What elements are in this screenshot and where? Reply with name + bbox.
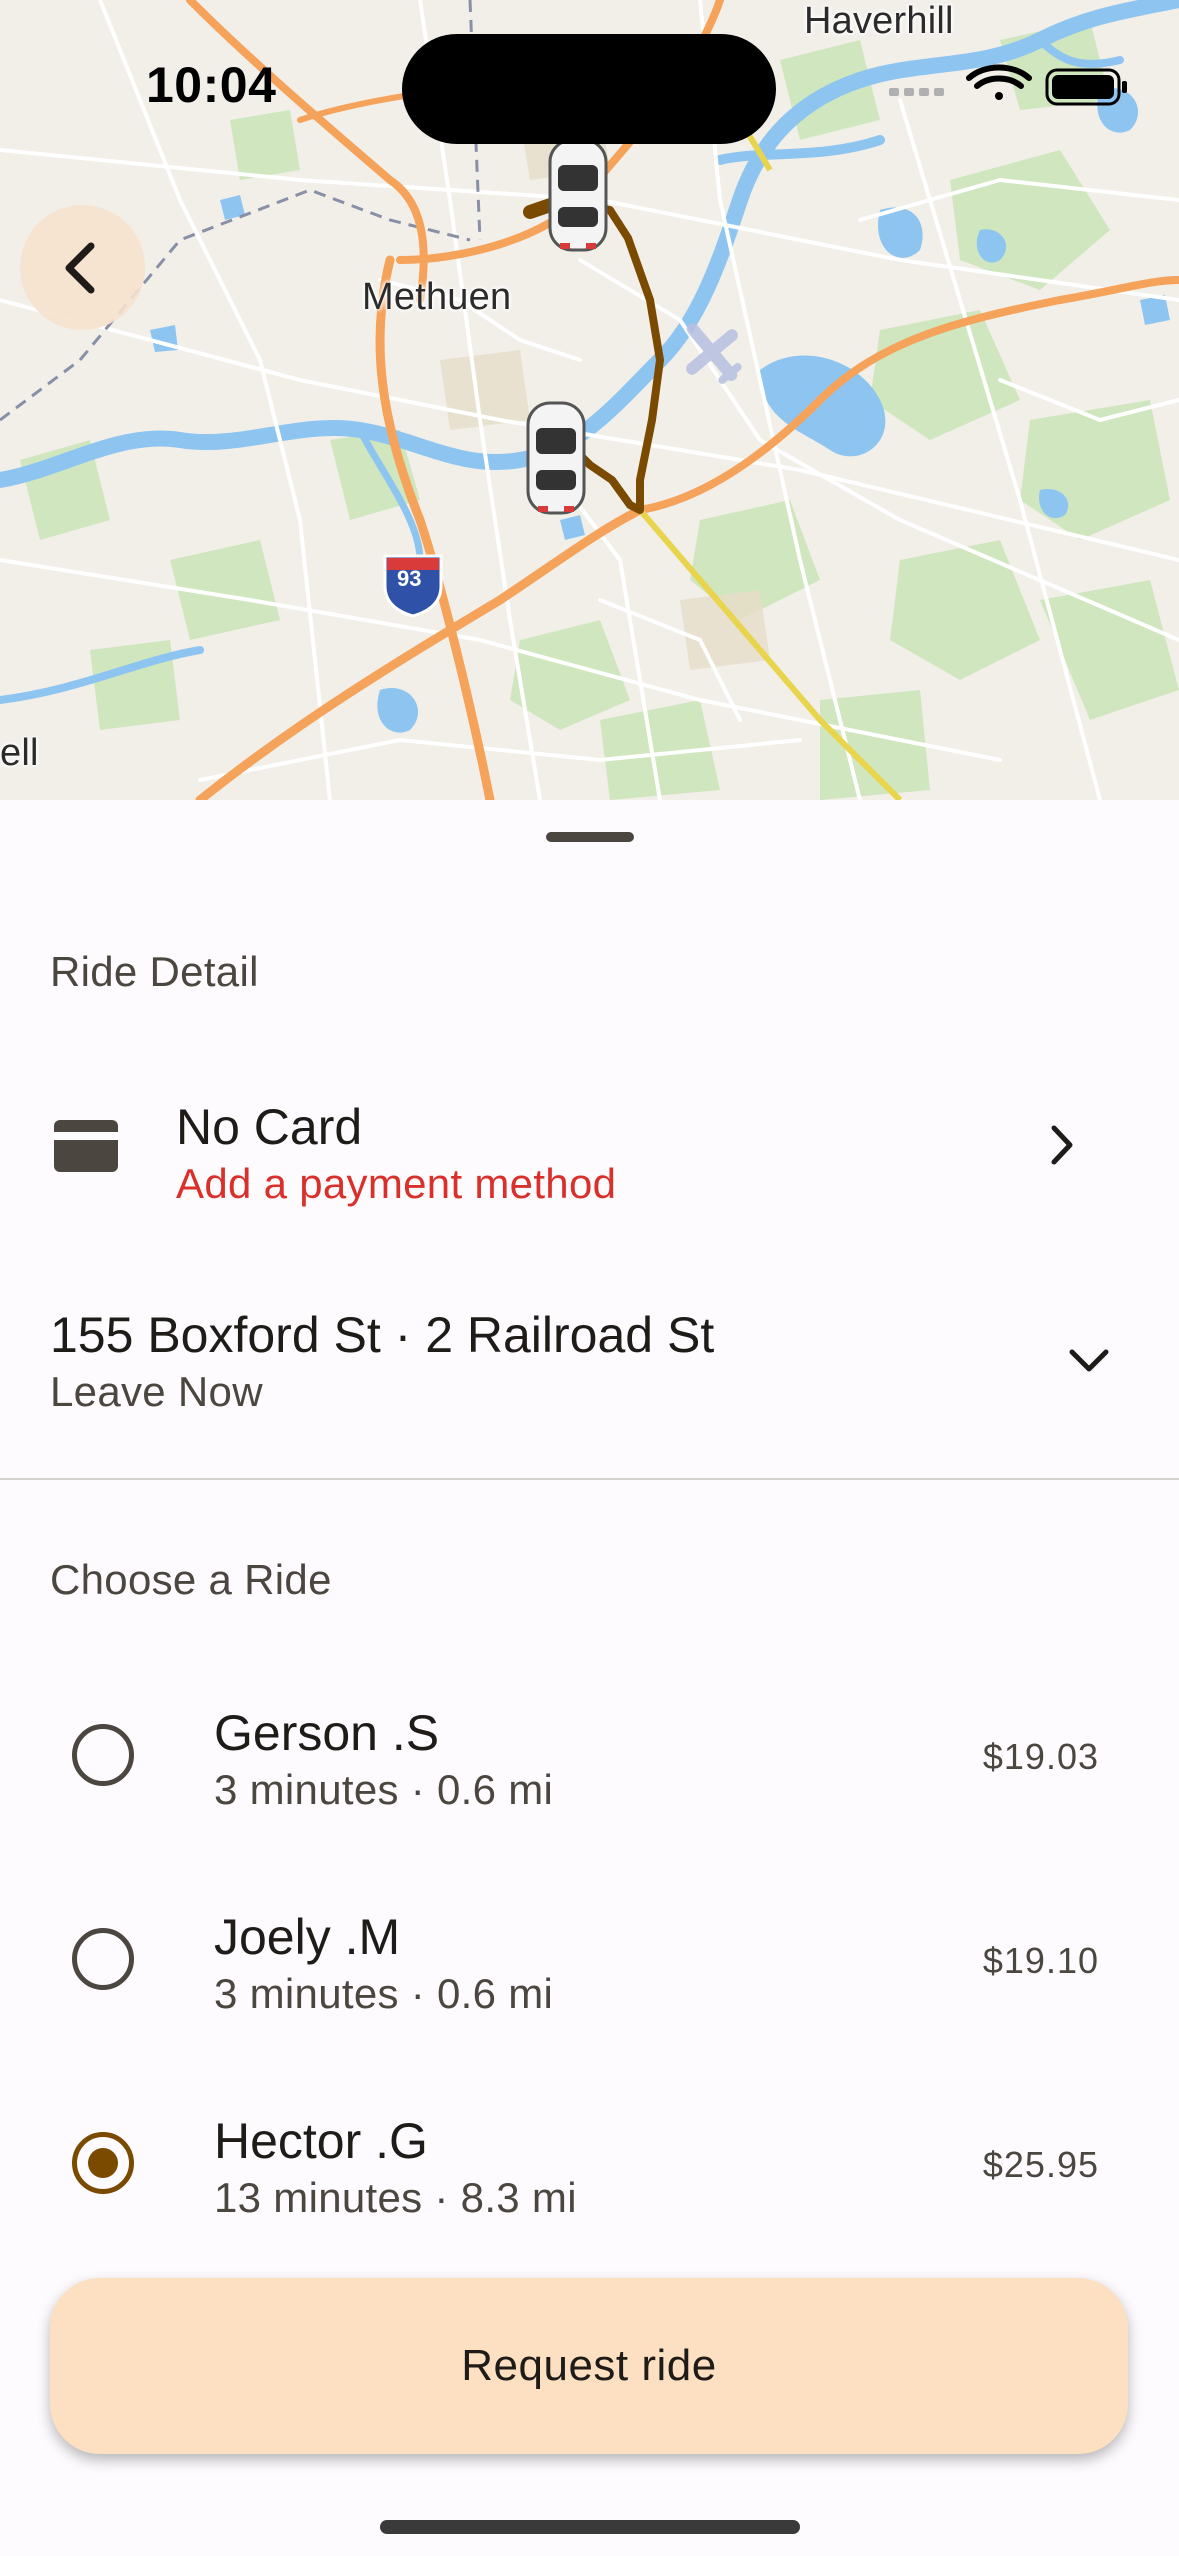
request-ride-button[interactable]: Request ride (50, 2278, 1128, 2454)
chevron-down-icon (1069, 1349, 1109, 1372)
add-payment-link[interactable]: Add a payment method (176, 1160, 616, 1208)
drag-handle[interactable] (546, 832, 634, 842)
ride-price: $19.03 (982, 1736, 1099, 1777)
signal-icon (889, 88, 944, 96)
chevron-left-icon (65, 242, 94, 293)
route-row[interactable]: 155 Boxford St · 2 Railroad St Leave Now (0, 1290, 1179, 1430)
ride-detail-title: Ride Detail (50, 948, 259, 995)
ride-option[interactable]: Hector .G 13 minutes · 8.3 mi $25.95 (0, 2082, 1179, 2242)
ride-price: $25.95 (982, 2144, 1099, 2185)
driver-name: Hector .G (214, 2113, 428, 2169)
interstate-number: 93 (397, 566, 422, 591)
chevron-right-icon (1051, 1125, 1073, 1165)
back-button[interactable] (20, 205, 145, 330)
status-icons (889, 64, 1139, 113)
status-time: 10:04 (146, 57, 277, 113)
home-indicator[interactable] (380, 2520, 800, 2534)
ride-price: $19.10 (982, 1940, 1099, 1981)
payment-title: No Card (176, 1099, 363, 1155)
radio-button-selected[interactable] (72, 2132, 134, 2194)
car-marker (526, 401, 586, 515)
map-label-methuen: Methuen (362, 276, 512, 318)
wifi-icon (966, 64, 1032, 100)
route-time: Leave Now (50, 1368, 263, 1415)
route-title: 155 Boxford St · 2 Railroad St (50, 1307, 715, 1363)
ride-eta-distance: 3 minutes · 0.6 mi (214, 1970, 554, 2017)
choose-ride-title: Choose a Ride (50, 1556, 332, 1603)
radio-button[interactable] (72, 1928, 134, 1990)
dynamic-island (402, 34, 776, 144)
map-view[interactable]: Haverhill Methuen ell 93 10:04 (0, 0, 1179, 800)
ride-sheet: Ride Detail No Card Add a payment method… (0, 800, 1179, 2556)
ride-option[interactable]: Gerson .S 3 minutes · 0.6 mi $19.03 (0, 1674, 1179, 1834)
ride-option[interactable]: Joely .M 3 minutes · 0.6 mi $19.10 (0, 1878, 1179, 2038)
ride-eta-distance: 13 minutes · 8.3 mi (214, 2174, 577, 2221)
driver-name: Joely .M (214, 1909, 401, 1965)
ride-eta-distance: 3 minutes · 0.6 mi (214, 1766, 554, 1813)
map-label-haverhill: Haverhill (804, 0, 954, 42)
radio-button[interactable] (72, 1724, 134, 1786)
map-label-lowell: ell (0, 732, 39, 774)
driver-name: Gerson .S (214, 1705, 440, 1761)
payment-method-row[interactable]: No Card Add a payment method (0, 1070, 1179, 1220)
battery-icon (1045, 68, 1127, 106)
car-marker (548, 138, 608, 252)
credit-card-icon (54, 1120, 118, 1172)
divider (0, 1478, 1179, 1480)
